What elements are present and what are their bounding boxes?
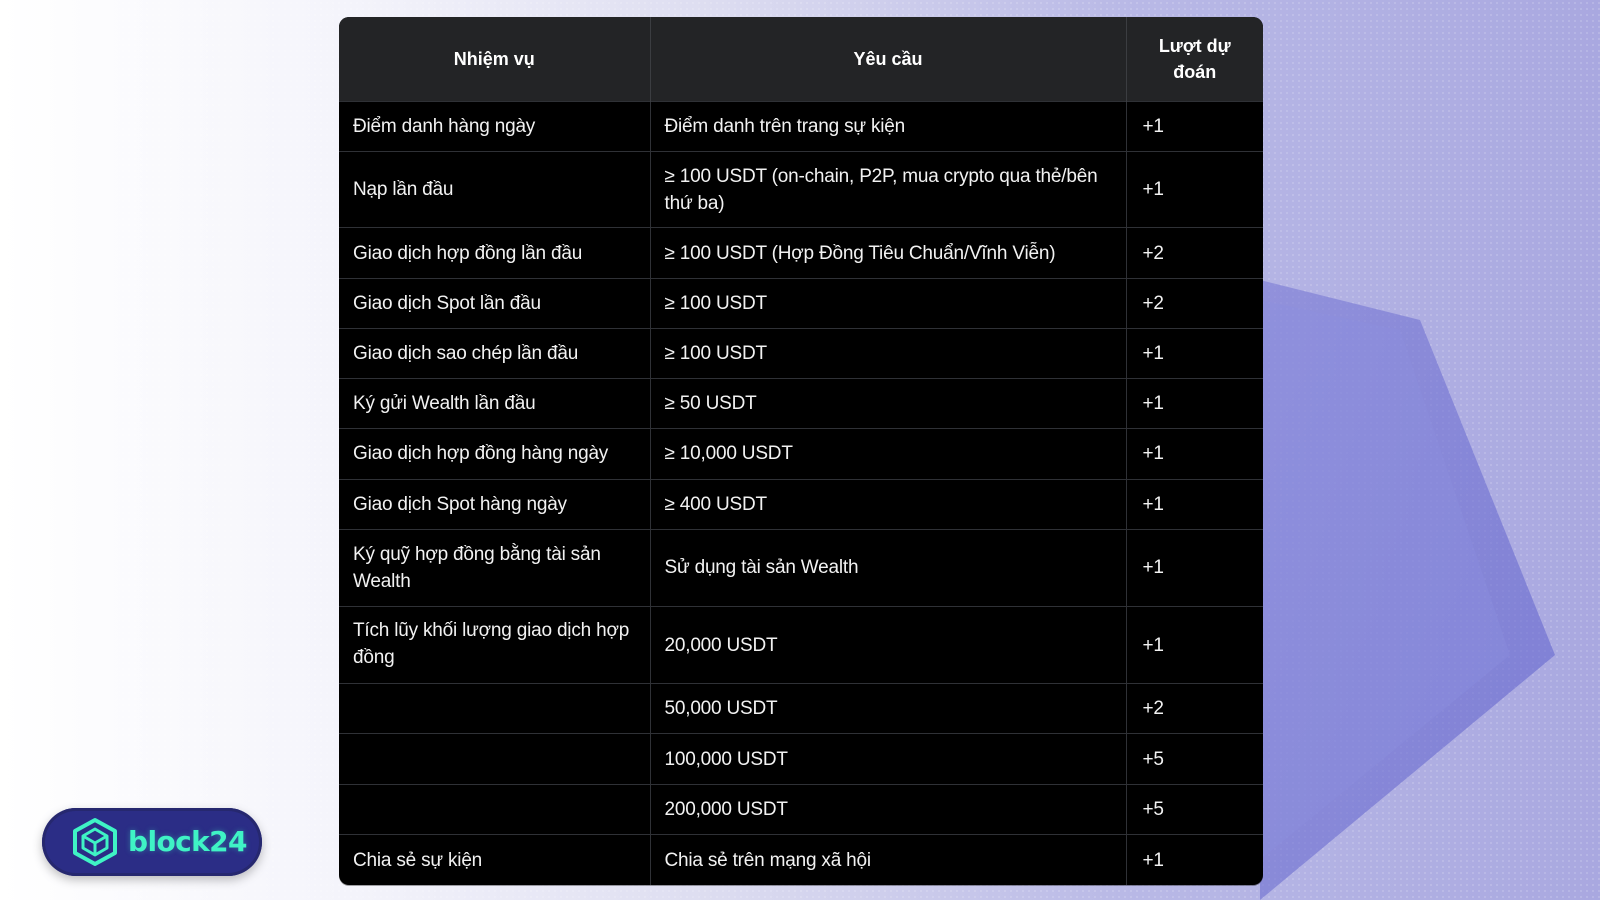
- reward-cell: +1: [1126, 834, 1263, 885]
- table-row: Chia sẻ sự kiện Chia sẻ trên mạng xã hội…: [339, 834, 1263, 885]
- reward-cell: +2: [1126, 278, 1263, 329]
- table-row: Điểm danh hàng ngày Điểm danh trên trang…: [339, 100, 1263, 152]
- task-cell: [339, 683, 651, 734]
- task-cell: Tích lũy khối lượng giao dịch hợp đồng: [339, 605, 651, 684]
- task-cell: Giao dịch sao chép lần đầu: [339, 328, 651, 379]
- table-row: Ký gửi Wealth lần đầu ≥ 50 USDT +1: [339, 377, 1263, 429]
- tasks-table-container: Nhiệm vụ Yêu cầu Lượt dự đoán Điểm danh …: [339, 17, 1263, 885]
- requirement-cell: ≥ 10,000 USDT: [650, 427, 1127, 480]
- requirement-cell: ≥ 100 USDT: [650, 328, 1127, 379]
- task-cell: Ký gửi Wealth lần đầu: [339, 377, 651, 429]
- requirement-cell: ≥ 100 USDT: [650, 278, 1127, 329]
- table-row: Nạp lần đầu ≥ 100 USDT (on-chain, P2P, m…: [339, 151, 1263, 228]
- reward-cell: +5: [1126, 784, 1263, 835]
- requirement-cell: ≥ 100 USDT (on-chain, P2P, mua crypto qu…: [650, 151, 1127, 228]
- reward-cell: +1: [1126, 100, 1263, 152]
- table-row: Giao dịch sao chép lần đầu ≥ 100 USDT +1: [339, 328, 1263, 379]
- table-row: Giao dịch Spot lần đầu ≥ 100 USDT +2: [339, 278, 1263, 329]
- tasks-table: Nhiệm vụ Yêu cầu Lượt dự đoán Điểm danh …: [339, 17, 1263, 885]
- task-cell: Giao dịch hợp đồng lần đầu: [339, 227, 651, 279]
- table-row: Ký quỹ hợp đồng bằng tài sản Wealth Sử d…: [339, 528, 1263, 607]
- reward-cell: +1: [1126, 427, 1263, 480]
- header-reward: Lượt dự đoán: [1126, 17, 1263, 102]
- table-row: 200,000 USDT +5: [339, 784, 1263, 835]
- reward-cell: +2: [1126, 683, 1263, 734]
- requirement-cell: 100,000 USDT: [650, 733, 1127, 785]
- reward-cell: +5: [1126, 733, 1263, 785]
- task-cell: Chia sẻ sự kiện: [339, 834, 651, 885]
- requirement-cell: 50,000 USDT: [650, 683, 1127, 734]
- reward-cell: +1: [1126, 328, 1263, 379]
- requirement-cell: ≥ 100 USDT (Hợp Đồng Tiêu Chuẩn/Vĩnh Viễ…: [650, 227, 1127, 279]
- task-cell: [339, 733, 651, 785]
- reward-cell: +2: [1126, 227, 1263, 279]
- table-row: Tích lũy khối lượng giao dịch hợp đồng 2…: [339, 605, 1263, 684]
- header-requirement: Yêu cầu: [650, 17, 1127, 102]
- requirement-cell: 20,000 USDT: [650, 605, 1127, 684]
- task-cell: Giao dịch hợp đồng hàng ngày: [339, 427, 651, 480]
- reward-cell: +1: [1126, 151, 1263, 228]
- logo-text: block24: [128, 825, 247, 858]
- reward-cell: +1: [1126, 528, 1263, 607]
- task-cell: Giao dịch Spot lần đầu: [339, 278, 651, 329]
- task-cell: [339, 784, 651, 835]
- requirement-cell: ≥ 400 USDT: [650, 478, 1127, 530]
- requirement-cell: Sử dụng tài sản Wealth: [650, 528, 1127, 607]
- table-row: Giao dịch Spot hàng ngày ≥ 400 USDT +1: [339, 478, 1263, 530]
- table-header-row: Nhiệm vụ Yêu cầu Lượt dự đoán: [339, 17, 1263, 102]
- requirement-cell: ≥ 50 USDT: [650, 377, 1127, 429]
- header-task: Nhiệm vụ: [339, 17, 651, 102]
- table-row: 50,000 USDT +2: [339, 683, 1263, 734]
- task-cell: Giao dịch Spot hàng ngày: [339, 478, 651, 530]
- reward-cell: +1: [1126, 377, 1263, 429]
- cube-icon: [73, 818, 117, 866]
- reward-cell: +1: [1126, 478, 1263, 530]
- task-cell: Ký quỹ hợp đồng bằng tài sản Wealth: [339, 528, 651, 607]
- reward-cell: +1: [1126, 605, 1263, 684]
- table-row: Giao dịch hợp đồng hàng ngày ≥ 10,000 US…: [339, 427, 1263, 480]
- requirement-cell: 200,000 USDT: [650, 784, 1127, 835]
- task-cell: Điểm danh hàng ngày: [339, 100, 651, 152]
- table-row: 100,000 USDT +5: [339, 733, 1263, 785]
- task-cell: Nạp lần đầu: [339, 151, 651, 228]
- block24-logo: block24: [42, 808, 262, 876]
- requirement-cell: Chia sẻ trên mạng xã hội: [650, 834, 1127, 885]
- requirement-cell: Điểm danh trên trang sự kiện: [650, 100, 1127, 152]
- table-row: Giao dịch hợp đồng lần đầu ≥ 100 USDT (H…: [339, 227, 1263, 279]
